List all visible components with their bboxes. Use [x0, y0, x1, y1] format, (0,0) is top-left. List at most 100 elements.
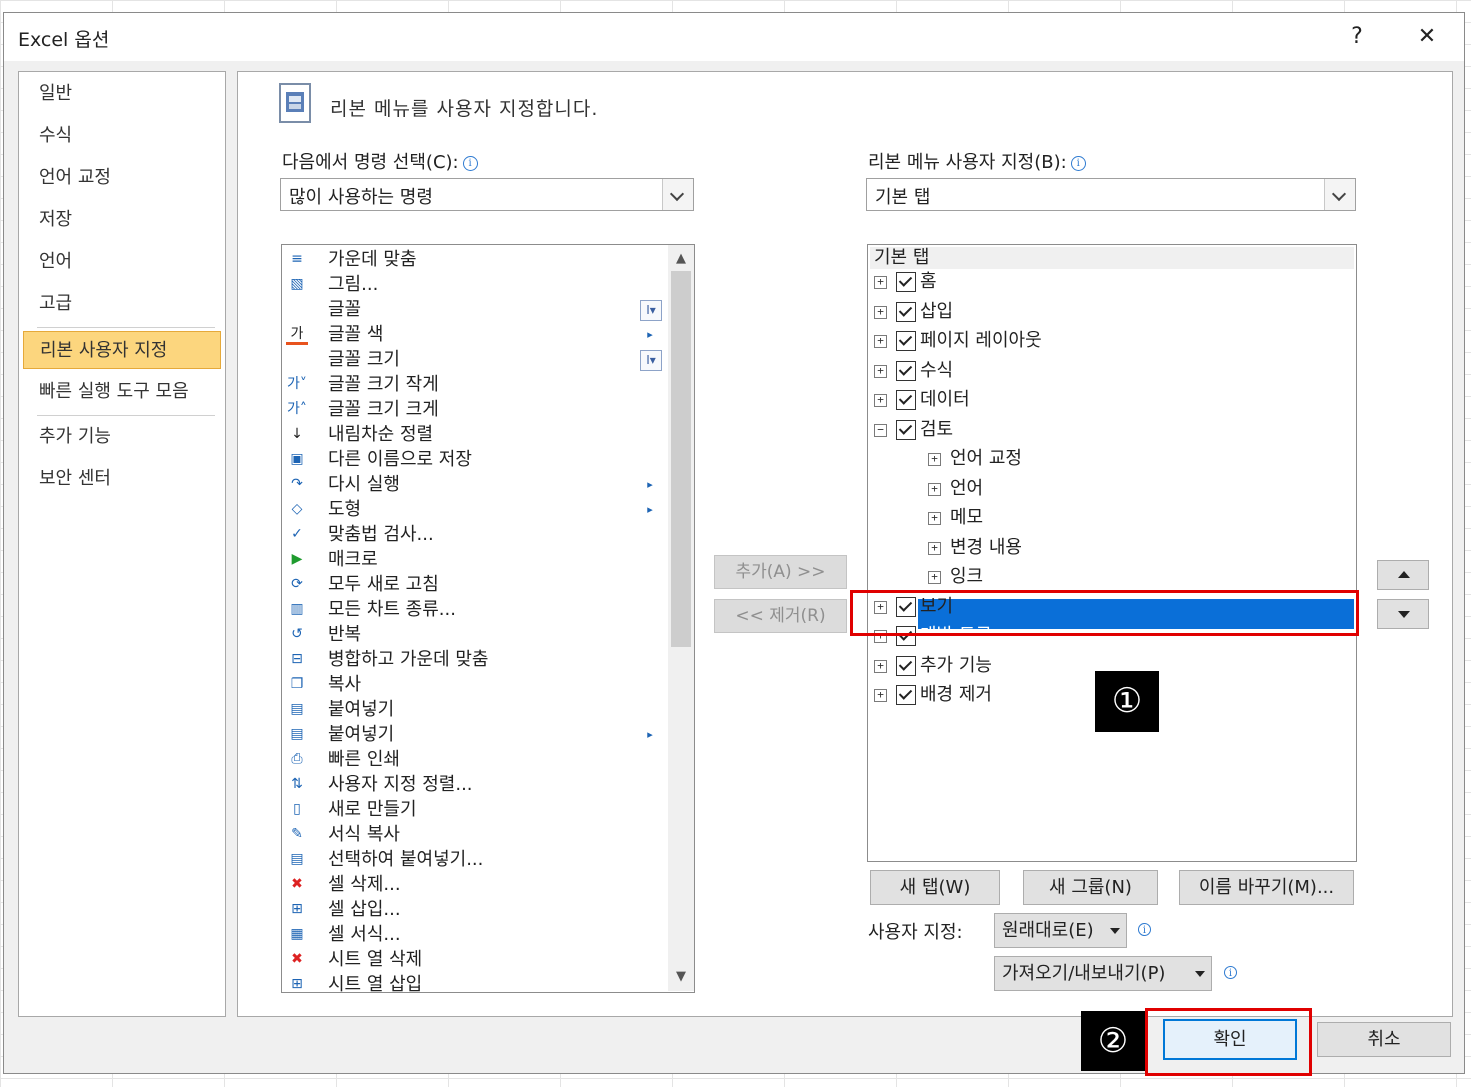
help-button[interactable]: ? — [1337, 19, 1377, 55]
command-item[interactable]: ▤ 붙여넣기 ▸ — [282, 722, 664, 747]
ribbon-tabs-tree[interactable]: 기본 탭 + 홈 + 삽입 + 페이지 레이아웃 + 수식 + 데이터 − 검토 + 언어 교정 + 언어 + 메… — [867, 244, 1357, 862]
command-item[interactable]: 가˄ 글꼴 크기 크게 — [282, 397, 664, 422]
command-item[interactable]: ⎙ 빠른 인쇄 — [282, 747, 664, 772]
command-item[interactable]: ▦ 셀 서식... — [282, 922, 664, 947]
command-item[interactable]: ▤ 붙여넣기 — [282, 697, 664, 722]
command-item[interactable]: ⇅ 사용자 지정 정렬... — [282, 772, 664, 797]
reset-dropdown[interactable]: 원래대로(E) — [994, 913, 1127, 948]
command-item[interactable]: 가 글꼴 색 ▸ — [282, 322, 664, 347]
tree-item[interactable]: + 삽입 — [868, 299, 1354, 325]
command-item[interactable]: ⊞ 시트 열 삽입 — [282, 972, 664, 992]
rename-button[interactable]: 이름 바꾸기(M)... — [1179, 870, 1354, 905]
expand-icon[interactable]: + — [874, 276, 887, 289]
tree-item[interactable]: − 검토 — [868, 417, 1354, 443]
command-item[interactable]: ↺ 반복 — [282, 622, 664, 647]
nav-item-customize-ribbon[interactable]: 리본 사용자 지정 — [23, 331, 221, 369]
command-item[interactable]: ◇ 도형 ▸ — [282, 497, 664, 522]
nav-item-language[interactable]: 언어 — [23, 243, 221, 281]
refresh-all-icon: ⟳ — [291, 576, 303, 592]
tree-item[interactable]: + 언어 — [868, 476, 1354, 502]
commands-scrollbar[interactable]: ▲ ▼ — [668, 245, 694, 991]
nav-item-formulas[interactable]: 수식 — [23, 117, 221, 155]
tree-item-label: 홈 — [920, 271, 937, 292]
command-item[interactable]: ↓ 내림차순 정렬 — [282, 422, 664, 447]
command-label: 붙여넣기 — [328, 724, 395, 745]
tab-checkbox[interactable] — [896, 390, 916, 410]
move-up-button[interactable] — [1377, 560, 1429, 590]
tab-checkbox[interactable] — [896, 331, 916, 351]
tab-checkbox[interactable] — [896, 301, 916, 322]
add-button[interactable]: 추가(A) >> — [714, 555, 847, 589]
command-item[interactable]: ↷ 다시 실행 ▸ — [282, 472, 664, 497]
close-button[interactable]: ✕ — [1407, 19, 1447, 55]
new-tab-button[interactable]: 새 탭(W) — [870, 870, 1000, 905]
command-item[interactable]: 가˅ 글꼴 크기 작게 — [282, 372, 664, 397]
tree-item[interactable]: + 홈 — [868, 269, 1354, 295]
command-item[interactable]: ▧ 그림... — [282, 272, 664, 297]
move-down-button[interactable] — [1377, 599, 1429, 629]
new-group-button[interactable]: 새 그룹(N) — [1023, 870, 1158, 905]
tab-checkbox[interactable] — [896, 419, 916, 440]
expand-icon[interactable]: + — [928, 571, 941, 584]
tab-checkbox[interactable] — [896, 272, 916, 292]
expand-icon[interactable]: + — [874, 305, 887, 319]
command-label: 도형 — [328, 499, 362, 520]
expand-icon[interactable]: + — [928, 512, 941, 525]
expand-icon[interactable]: + — [928, 453, 941, 466]
command-item[interactable]: 글꼴 I▾ — [282, 297, 664, 322]
expand-icon[interactable]: + — [874, 394, 887, 407]
expand-icon[interactable]: + — [928, 482, 941, 496]
customize-ribbon-dropdown[interactable]: 기본 탭 — [866, 178, 1356, 211]
nav-item-proofing[interactable]: 언어 교정 — [23, 159, 221, 197]
command-item[interactable]: ▯ 새로 만들기 — [282, 797, 664, 822]
cancel-button[interactable]: 취소 — [1317, 1022, 1451, 1057]
command-label: 내림차순 정렬 — [328, 424, 434, 445]
expand-icon[interactable]: + — [874, 335, 887, 348]
collapse-icon[interactable]: − — [874, 423, 887, 437]
command-item[interactable]: ▣ 다른 이름으로 저장 — [282, 447, 664, 472]
tree-item[interactable]: + 잉크 — [868, 564, 1354, 590]
nav-item-save[interactable]: 저장 — [23, 201, 221, 239]
nav-item-quick-access-toolbar[interactable]: 빠른 실행 도구 모음 — [23, 373, 221, 411]
tree-item[interactable]: + 언어 교정 — [868, 446, 1354, 472]
tree-item[interactable]: + 변경 내용 — [868, 535, 1354, 561]
tree-item[interactable]: + 메모 — [868, 505, 1354, 531]
expand-icon[interactable]: + — [874, 659, 887, 673]
command-item[interactable]: ✖ 시트 열 삭제 — [282, 947, 664, 972]
command-item[interactable]: 글꼴 크기 I▾ — [282, 347, 664, 372]
chevron-down-icon[interactable] — [1324, 179, 1355, 210]
expand-icon[interactable]: + — [874, 364, 887, 378]
command-item[interactable]: ❐ 복사 — [282, 672, 664, 697]
scroll-thumb[interactable] — [671, 271, 691, 647]
nav-item-general[interactable]: 일반 — [23, 75, 221, 113]
command-item[interactable]: ⊞ 셀 삽입... — [282, 897, 664, 922]
command-item[interactable]: ⊟ 병합하고 가운데 맞춤 — [282, 647, 664, 672]
tab-checkbox[interactable] — [896, 360, 916, 381]
nav-item-add-ins[interactable]: 추가 기능 — [23, 418, 221, 456]
nav-item-trust-center[interactable]: 보안 센터 — [23, 460, 221, 498]
tree-item[interactable]: + 데이터 — [868, 387, 1354, 413]
tab-checkbox[interactable] — [896, 655, 916, 676]
command-item[interactable]: ⟳ 모두 새로 고침 — [282, 572, 664, 597]
remove-button[interactable]: << 제거(R) — [714, 599, 847, 633]
tree-item[interactable]: + 수식 — [868, 358, 1354, 384]
scroll-up-icon[interactable]: ▲ — [668, 247, 694, 271]
expand-icon[interactable]: + — [928, 541, 941, 555]
tree-item[interactable]: + 페이지 레이아웃 — [868, 328, 1354, 354]
command-item[interactable]: ✓ 맞춤법 검사... — [282, 522, 664, 547]
command-item[interactable]: ▥ 모든 차트 종류... — [282, 597, 664, 622]
commands-list[interactable]: ≡ 가운데 맞춤 ▧ 그림... 글꼴 I▾ 가 글꼴 색 ▸ 글꼴 크기 I▾ 가˅ 글꼴 크기 작게… — [281, 244, 695, 993]
command-item[interactable]: ✎ 서식 복사 — [282, 822, 664, 847]
command-item[interactable]: ▤ 선택하여 붙여넣기... — [282, 847, 664, 872]
command-item[interactable]: ≡ 가운데 맞춤 — [282, 247, 664, 272]
command-item[interactable]: ▶ 매크로 — [282, 547, 664, 572]
import-export-dropdown[interactable]: 가져오기/내보내기(P) — [994, 956, 1212, 991]
tab-checkbox[interactable] — [896, 685, 916, 705]
merge-center-icon: ⊟ — [291, 651, 303, 667]
chevron-down-icon[interactable] — [662, 179, 693, 210]
command-item[interactable]: ✖ 셀 삭제... — [282, 872, 664, 897]
scroll-down-icon[interactable]: ▼ — [668, 965, 694, 989]
expand-icon[interactable]: + — [874, 689, 887, 702]
nav-item-advanced[interactable]: 고급 — [23, 285, 221, 323]
choose-commands-dropdown[interactable]: 많이 사용하는 명령 — [280, 178, 694, 211]
